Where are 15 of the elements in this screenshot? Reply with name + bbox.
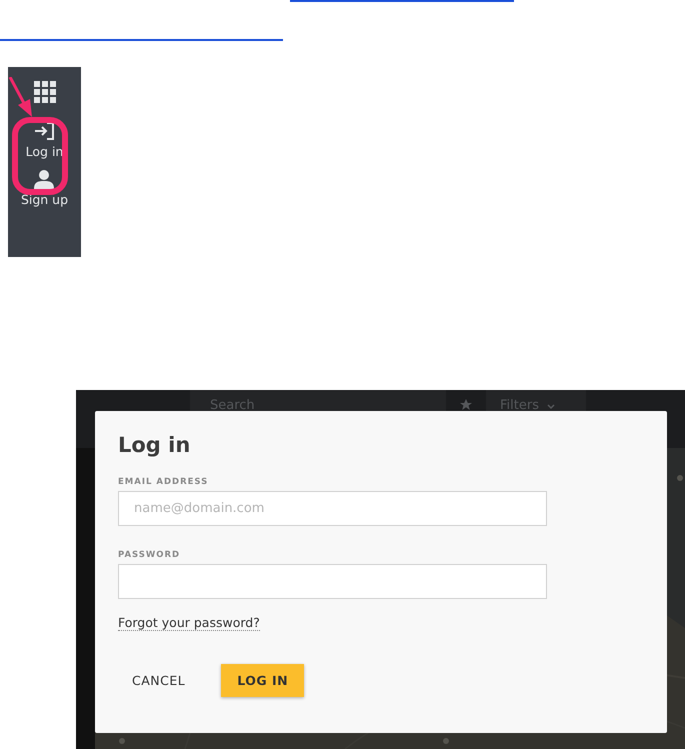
forgot-password-link[interactable]: Forgot your password? (118, 615, 260, 631)
field-label: PASSWORD (118, 550, 182, 560)
chevron-down-icon (546, 403, 555, 411)
login-button[interactable]: LOG IN (221, 664, 304, 697)
signup-button[interactable]: Sign up (20, 169, 68, 207)
input-field[interactable] (118, 564, 547, 599)
user-icon (34, 169, 54, 189)
grid-icon[interactable] (34, 81, 56, 103)
field-label: EMAIL ADDRESS (118, 477, 210, 487)
star-icon[interactable] (460, 399, 472, 411)
input-field[interactable]: name@domain.com (118, 491, 547, 526)
login-button[interactable]: Log in (26, 121, 64, 159)
login-icon (33, 121, 56, 141)
dialog-title: Log in (118, 433, 192, 457)
cancel-button[interactable]: CANCEL (118, 664, 200, 697)
